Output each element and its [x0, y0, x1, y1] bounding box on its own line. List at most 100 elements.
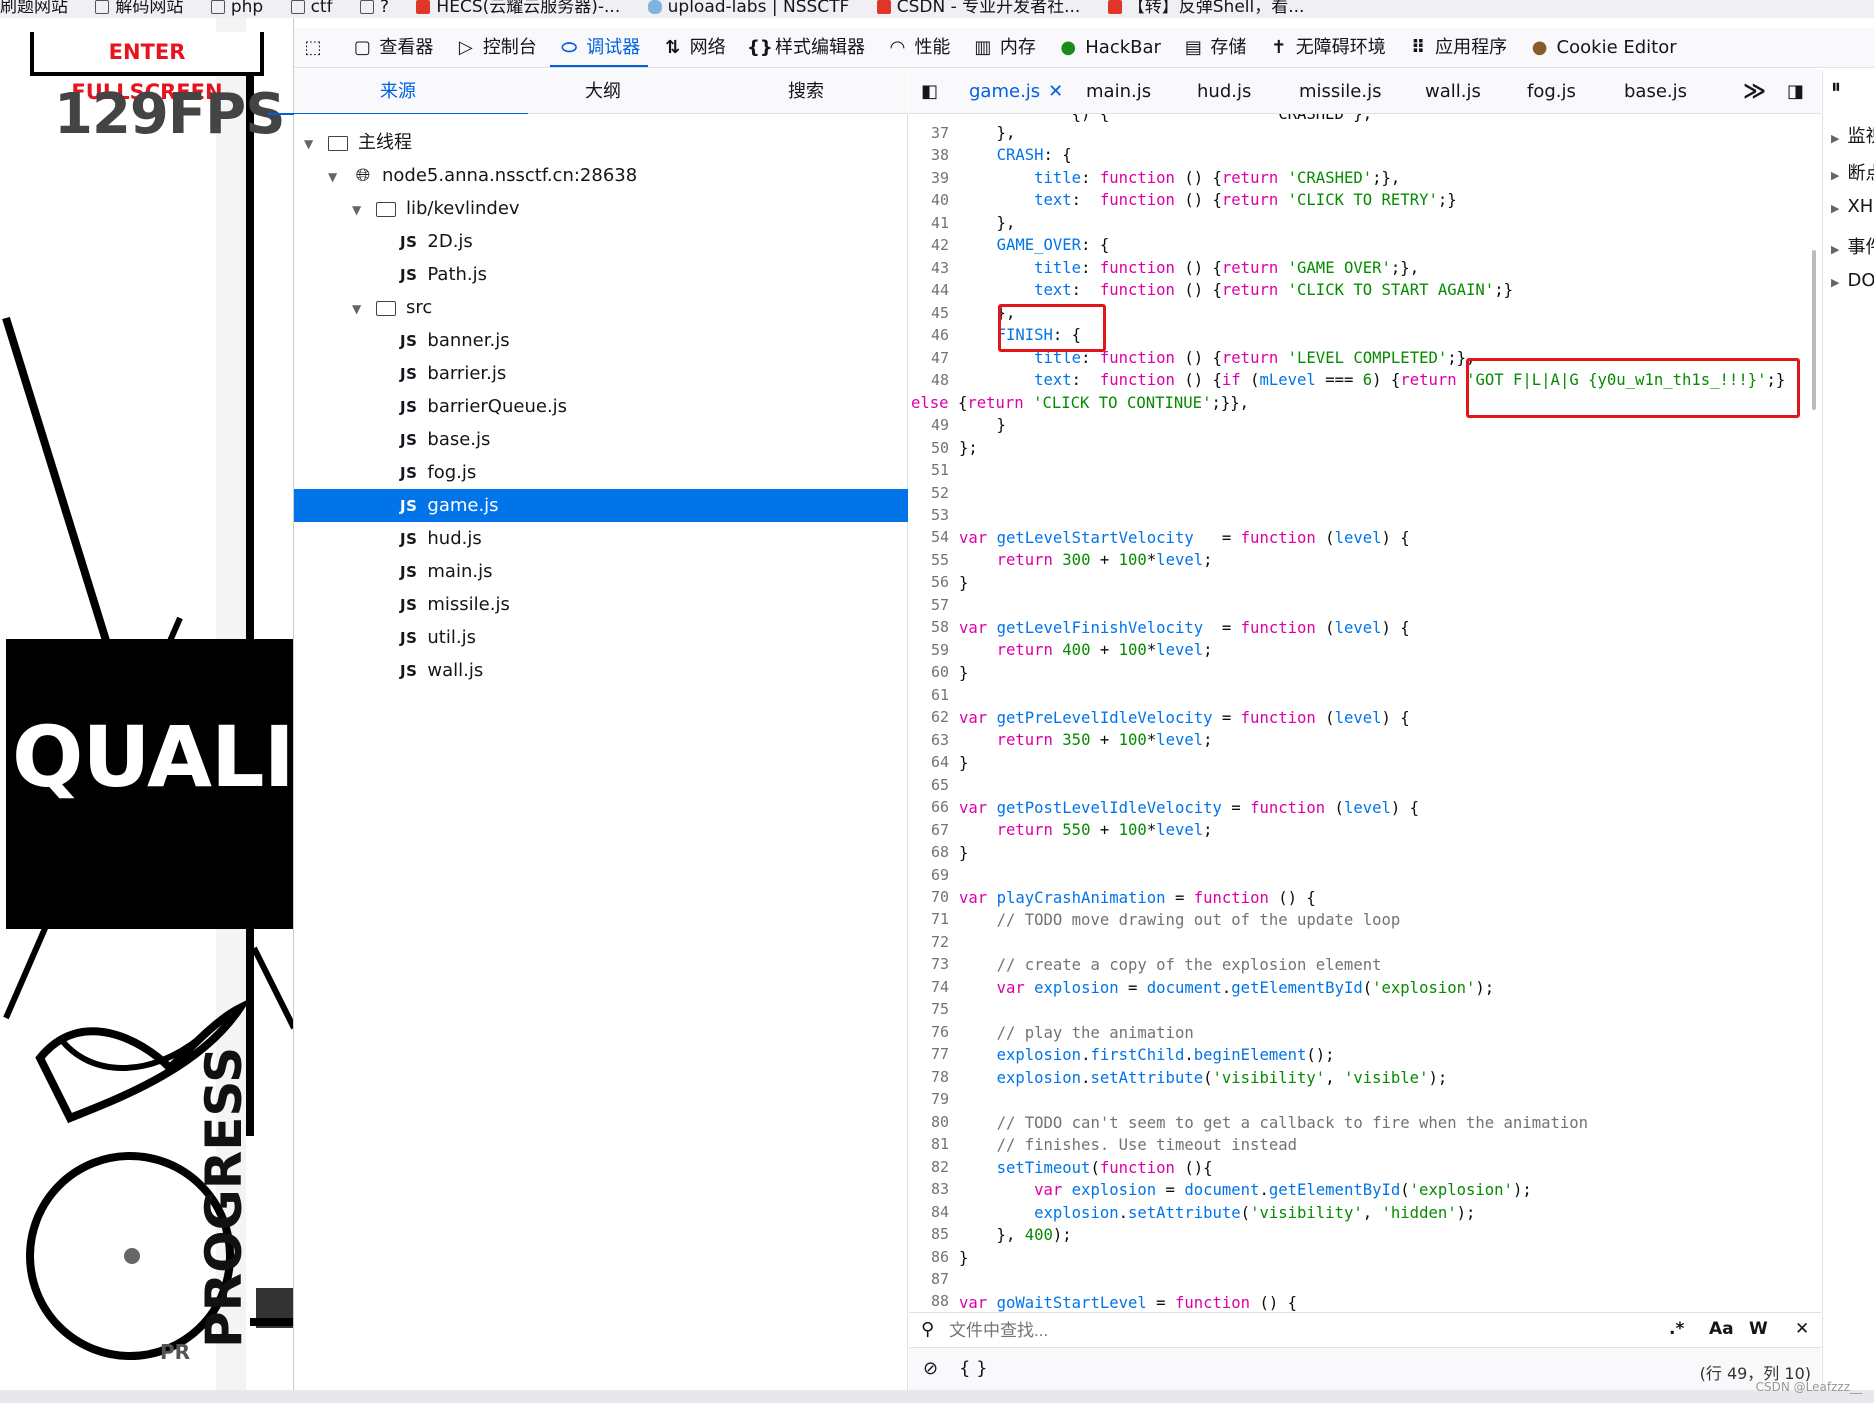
line-number[interactable]: 40: [909, 191, 949, 209]
line-number[interactable]: 54: [909, 528, 949, 546]
editor-tab-hud[interactable]: hud.js: [1197, 70, 1251, 113]
editor-tab-base[interactable]: base.js: [1624, 70, 1687, 113]
line-number[interactable]: 42: [909, 236, 949, 254]
tab-memory[interactable]: ▥ 内存: [964, 28, 1044, 67]
line-number[interactable]: 81: [909, 1135, 949, 1153]
line-number[interactable]: 84: [909, 1203, 949, 1221]
enter-fullscreen-button[interactable]: ENTER FULLSCREEN: [30, 32, 264, 104]
line-number[interactable]: 87: [909, 1270, 949, 1288]
code-editor[interactable]: 37 38 39 40 41 42 43 44 45 46 47 48 49 50 51 52 53 54 55 56…: [909, 114, 1821, 1312]
line-number[interactable]: 80: [909, 1113, 949, 1131]
line-number[interactable]: 79: [909, 1090, 949, 1108]
side-xhr[interactable]: ▶ XHR: [1831, 196, 1874, 217]
line-number[interactable]: 50: [909, 439, 949, 457]
line-number[interactable]: 74: [909, 978, 949, 996]
case-sensitive-toggle[interactable]: Aa: [1709, 1319, 1734, 1339]
tab-console[interactable]: ▷ 控制台: [447, 28, 545, 67]
line-number[interactable]: 66: [909, 798, 949, 816]
line-number[interactable]: 55: [909, 551, 949, 569]
tree-host[interactable]: ▼ 🌐︎ node5.anna.nssctf.cn:28638: [294, 159, 908, 192]
tab-debugger[interactable]: ⬭ 调试器: [550, 28, 649, 67]
tree-folder-lib[interactable]: ▼ lib/kevlindev: [294, 192, 908, 225]
tab-network[interactable]: ⇅ 网络: [654, 28, 734, 67]
tab-accessibility[interactable]: ✝ 无障碍环境: [1260, 28, 1394, 67]
tab-application[interactable]: ⠿ 应用程序: [1399, 28, 1515, 67]
line-number[interactable]: 76: [909, 1023, 949, 1041]
tree-file[interactable]: JS Path.js: [294, 258, 908, 291]
line-number[interactable]: 39: [909, 169, 949, 187]
line-number[interactable]: 60: [909, 663, 949, 681]
tree-file-selected[interactable]: JS game.js: [294, 489, 908, 522]
tab-sources[interactable]: 来源: [268, 70, 528, 115]
bookmark-3[interactable]: ctf: [290, 0, 333, 16]
line-number[interactable]: 45: [909, 304, 949, 322]
line-number[interactable]: 57: [909, 596, 949, 614]
tree-file[interactable]: JS banner.js: [294, 324, 908, 357]
close-icon[interactable]: ✕: [1795, 1319, 1809, 1339]
pretty-print-button[interactable]: { }: [959, 1358, 988, 1379]
bookmark-6[interactable]: upload-labs | NSSCTF: [647, 0, 849, 16]
line-number[interactable]: 71: [909, 910, 949, 928]
line-number[interactable]: 38: [909, 146, 949, 164]
line-number[interactable]: 70: [909, 888, 949, 906]
line-number[interactable]: 69: [909, 866, 949, 884]
line-number[interactable]: 88: [909, 1292, 949, 1310]
tab-style-editor[interactable]: {} 样式编辑器: [739, 28, 873, 67]
line-number[interactable]: 49: [909, 416, 949, 434]
bookmark-0[interactable]: 刷题网站: [0, 0, 68, 16]
tree-file[interactable]: JS 2D.js: [294, 225, 908, 258]
toggle-debugger-pane-button[interactable]: ◨: [1787, 70, 1804, 113]
game-viewport[interactable]: ENTER FULLSCREEN 129FPS QUALI PROGRESS P…: [0, 18, 294, 1390]
line-number[interactable]: 63: [909, 731, 949, 749]
side-dom[interactable]: ▶ DOM: [1831, 270, 1874, 291]
line-number[interactable]: 61: [909, 686, 949, 704]
line-number[interactable]: 83: [909, 1180, 949, 1198]
tab-performance[interactable]: ◠ 性能: [878, 28, 958, 67]
editor-tab-game[interactable]: game.js ✕: [969, 70, 1063, 113]
editor-tab-missile[interactable]: missile.js: [1299, 70, 1381, 113]
line-number[interactable]: 46: [909, 326, 949, 344]
pause-toggle-icon[interactable]: ⏸︎: [1831, 74, 1841, 98]
tree-folder-src[interactable]: ▼ src: [294, 291, 908, 324]
tree-file[interactable]: JS main.js: [294, 555, 908, 588]
line-number[interactable]: 67: [909, 821, 949, 839]
line-number[interactable]: 77: [909, 1045, 949, 1063]
line-number[interactable]: 56: [909, 573, 949, 591]
line-number[interactable]: 43: [909, 259, 949, 277]
line-number[interactable]: 64: [909, 753, 949, 771]
tree-file[interactable]: JS missile.js: [294, 588, 908, 621]
more-tabs-icon[interactable]: ≫: [1743, 70, 1766, 113]
close-icon[interactable]: ✕: [1048, 81, 1063, 102]
line-number[interactable]: 52: [909, 484, 949, 502]
line-number[interactable]: 51: [909, 461, 949, 479]
bookmark-1[interactable]: 解码网站: [95, 0, 183, 16]
find-in-file-input[interactable]: [949, 1317, 1549, 1345]
line-number[interactable]: 85: [909, 1225, 949, 1243]
editor-scrollbar[interactable]: [1812, 250, 1816, 410]
tree-file[interactable]: JS hud.js: [294, 522, 908, 555]
line-number[interactable]: 73: [909, 955, 949, 973]
line-number[interactable]: 48: [909, 371, 949, 389]
bookmark-4[interactable]: ?: [359, 0, 389, 16]
line-number[interactable]: 44: [909, 281, 949, 299]
tree-file[interactable]: JS base.js: [294, 423, 908, 456]
tab-cookie-editor[interactable]: ● Cookie Editor: [1521, 28, 1685, 67]
pick-element-button[interactable]: ⬚: [294, 28, 338, 67]
bookmark-8[interactable]: 【转】反弹Shell，看...: [1107, 0, 1304, 16]
side-watch[interactable]: ▶ 监视: [1831, 122, 1874, 148]
line-number[interactable]: 59: [909, 641, 949, 659]
tree-main-thread[interactable]: ▼ 主线程: [294, 126, 908, 159]
line-number[interactable]: 78: [909, 1068, 949, 1086]
toggle-sources-pane-button[interactable]: ◧: [921, 70, 938, 113]
tab-search[interactable]: 搜索: [736, 70, 876, 114]
tree-file[interactable]: JS fog.js: [294, 456, 908, 489]
no-map-icon[interactable]: ⊘: [923, 1358, 938, 1379]
line-number[interactable]: 41: [909, 214, 949, 232]
line-number[interactable]: 75: [909, 1000, 949, 1018]
side-events[interactable]: ▶ 事件: [1831, 233, 1874, 259]
line-number[interactable]: 65: [909, 776, 949, 794]
tab-storage[interactable]: ▤ 存储: [1174, 28, 1254, 67]
tab-outline[interactable]: 大纲: [533, 70, 673, 114]
tree-file[interactable]: JS wall.js: [294, 654, 908, 687]
side-breakpoints[interactable]: ▶ 断点: [1831, 159, 1874, 185]
